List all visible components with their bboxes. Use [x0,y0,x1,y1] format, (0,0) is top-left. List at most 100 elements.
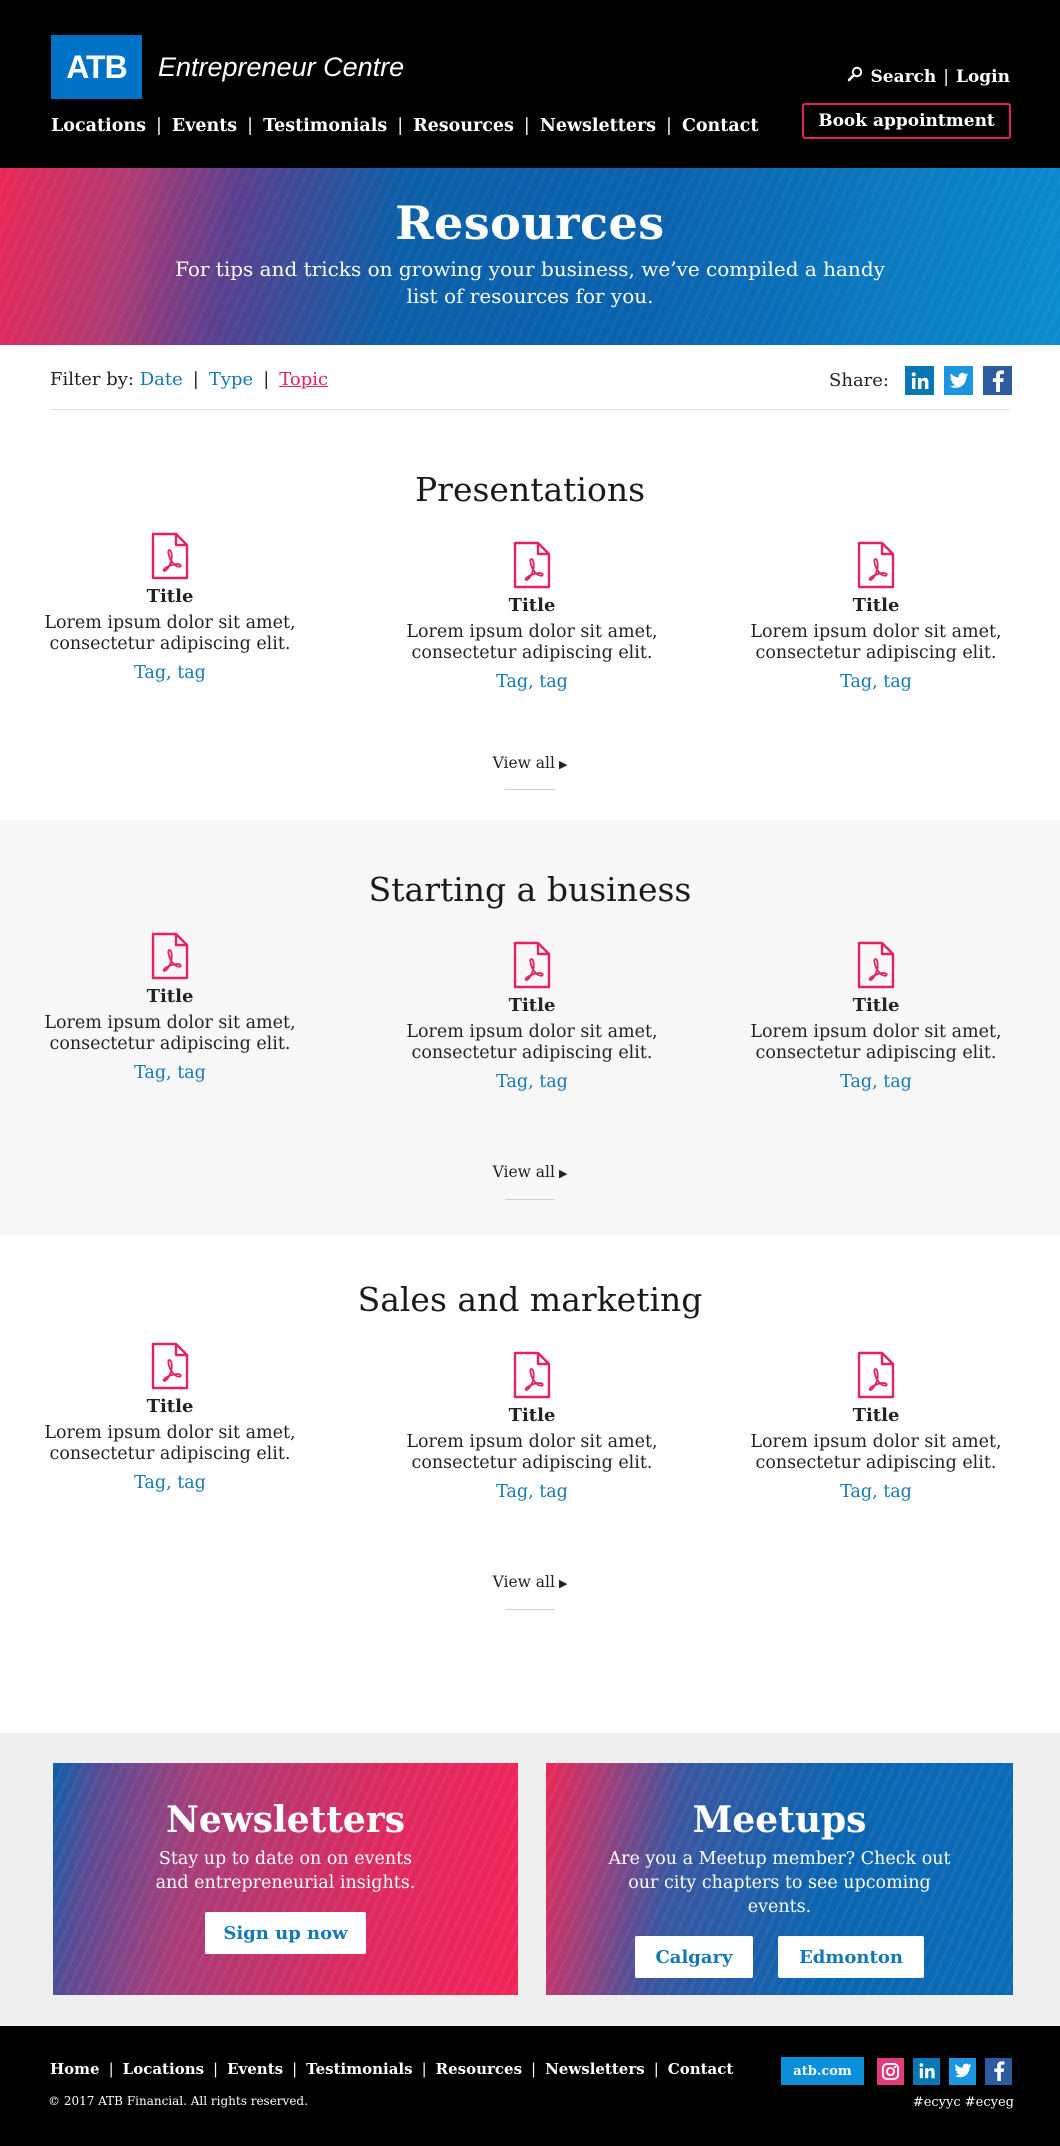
tag-link[interactable]: tag [883,1072,912,1092]
tag-link[interactable]: Tag [134,1063,166,1083]
card-tags: Tag, tag [134,663,206,683]
utility-nav: Search | Login [847,66,1010,87]
tag-link[interactable]: tag [177,1473,206,1493]
tag-link[interactable]: Tag [840,1482,872,1502]
arrow-right-icon: ▶ [558,758,568,771]
search-icon[interactable] [847,66,863,87]
nav-resources[interactable]: Resources [413,116,514,136]
footer-nav-testimonials[interactable]: Testimonials [306,2060,412,2078]
twitter-icon[interactable] [944,366,973,395]
pdf-icon [856,1351,896,1399]
separator: | [213,2060,219,2078]
card-title: Title [852,1405,900,1426]
card-title: Title [852,995,900,1016]
tag-link[interactable]: Tag [496,1482,528,1502]
tag-link[interactable]: tag [539,1482,568,1502]
tag-link[interactable]: Tag [840,672,872,692]
facebook-icon[interactable] [985,2057,1012,2085]
pdf-icon [512,1351,552,1399]
footer-nav-home[interactable]: Home [50,2060,100,2078]
footer-nav-newsletters[interactable]: Newsletters [545,2060,645,2078]
footer-nav-resources[interactable]: Resources [436,2060,522,2078]
resource-card[interactable]: Title Lorem ipsum dolor sit amet, consec… [746,941,1006,1092]
linkedin-icon[interactable] [905,366,934,395]
separator: | [421,2060,427,2078]
section-title: Presentations [414,470,646,509]
separator: | [192,369,199,390]
newsletters-title: Newsletters [165,1799,406,1841]
tag-link[interactable]: tag [539,1072,568,1092]
card-description: Lorem ipsum dolor sit amet, consectetur … [750,622,1002,663]
card-title: Title [146,986,194,1007]
tag-link[interactable]: Tag [840,1072,872,1092]
tag-link[interactable]: Tag [134,1473,166,1493]
resource-card[interactable]: Title Lorem ipsum dolor sit amet, consec… [402,941,662,1092]
footer-nav-events[interactable]: Events [227,2060,283,2078]
section-title: Starting a business [368,870,692,909]
view-all-link[interactable]: View all ▶ [0,1573,1060,1591]
footer-nav-contact[interactable]: Contact [668,2060,734,2078]
pdf-icon [512,541,552,589]
resource-card[interactable]: Title Lorem ipsum dolor sit amet, consec… [402,541,662,692]
resource-card[interactable]: Title Lorem ipsum dolor sit amet, consec… [746,1351,1006,1502]
search-link[interactable]: Search [870,67,936,87]
card-description: Lorem ipsum dolor sit amet, consectetur … [406,1432,658,1473]
footer-nav-locations[interactable]: Locations [123,2060,204,2078]
arrow-right-icon: ▶ [558,1577,568,1590]
tag-link[interactable]: tag [539,672,568,692]
pdf-icon [856,541,896,589]
calgary-button[interactable]: Calgary [635,1936,753,1978]
card-tags: Tag, tag [840,1482,912,1502]
footer-social: atb.com [781,2057,1012,2085]
tag-link[interactable]: tag [883,672,912,692]
resource-card[interactable]: Title Lorem ipsum dolor sit amet, consec… [40,532,300,683]
nav-locations[interactable]: Locations [51,116,146,136]
site-header: ATB Entrepreneur Centre Search | Login L… [0,0,1060,168]
linkedin-icon[interactable] [913,2057,940,2085]
tag-link[interactable]: tag [883,1482,912,1502]
section-title: Sales and marketing [357,1280,703,1319]
pdf-icon [150,932,190,980]
sign-up-button[interactable]: Sign up now [205,1912,366,1954]
tag-link[interactable]: tag [177,663,206,683]
separator: | [397,116,404,136]
filter-date[interactable]: Date [140,369,183,390]
tag-link[interactable]: Tag [134,663,166,683]
book-appointment-button[interactable]: Book appointment [802,103,1011,139]
facebook-icon[interactable] [983,366,1012,395]
copyright: © 2017 ATB Financial. All rights reserve… [48,2094,308,2108]
resource-card[interactable]: Title Lorem ipsum dolor sit amet, consec… [40,932,300,1083]
filter-topic[interactable]: Topic [279,369,328,390]
pdf-icon [512,941,552,989]
resource-card[interactable]: Title Lorem ipsum dolor sit amet, consec… [402,1351,662,1502]
atb-logo[interactable]: ATB [51,35,142,99]
card-title: Title [146,1396,194,1417]
card-tags: Tag, tag [496,672,568,692]
atb-com-button[interactable]: atb.com [781,2057,864,2085]
share-label: Share: [829,370,889,391]
card-title: Title [508,995,556,1016]
separator: | [653,2060,659,2078]
edmonton-button[interactable]: Edmonton [778,1936,924,1978]
tag-link[interactable]: Tag [496,1072,528,1092]
resource-card[interactable]: Title Lorem ipsum dolor sit amet, consec… [746,541,1006,692]
newsletters-promo: Newsletters Stay up to date on on events… [53,1763,518,1995]
nav-newsletters[interactable]: Newsletters [540,116,656,136]
tag-link[interactable]: Tag [496,672,528,692]
nav-contact[interactable]: Contact [682,116,759,136]
resource-card[interactable]: Title Lorem ipsum dolor sit amet, consec… [40,1342,300,1493]
pdf-icon [150,1342,190,1390]
nav-testimonials[interactable]: Testimonials [263,116,387,136]
twitter-icon[interactable] [949,2057,976,2085]
view-all-link[interactable]: View all ▶ [0,754,1060,772]
card-title: Title [508,1405,556,1426]
card-tags: Tag, tag [840,1072,912,1092]
site-footer: Home | Locations | Events | Testimonials | R… [0,2026,1060,2146]
meetups-promo: Meetups Are you a Meetup member? Check o… [546,1763,1013,1995]
instagram-icon[interactable] [877,2057,904,2085]
nav-events[interactable]: Events [172,116,237,136]
filter-type[interactable]: Type [209,369,253,390]
login-link[interactable]: Login [956,67,1010,87]
tag-link[interactable]: tag [177,1063,206,1083]
view-all-link[interactable]: View all ▶ [0,1163,1060,1181]
